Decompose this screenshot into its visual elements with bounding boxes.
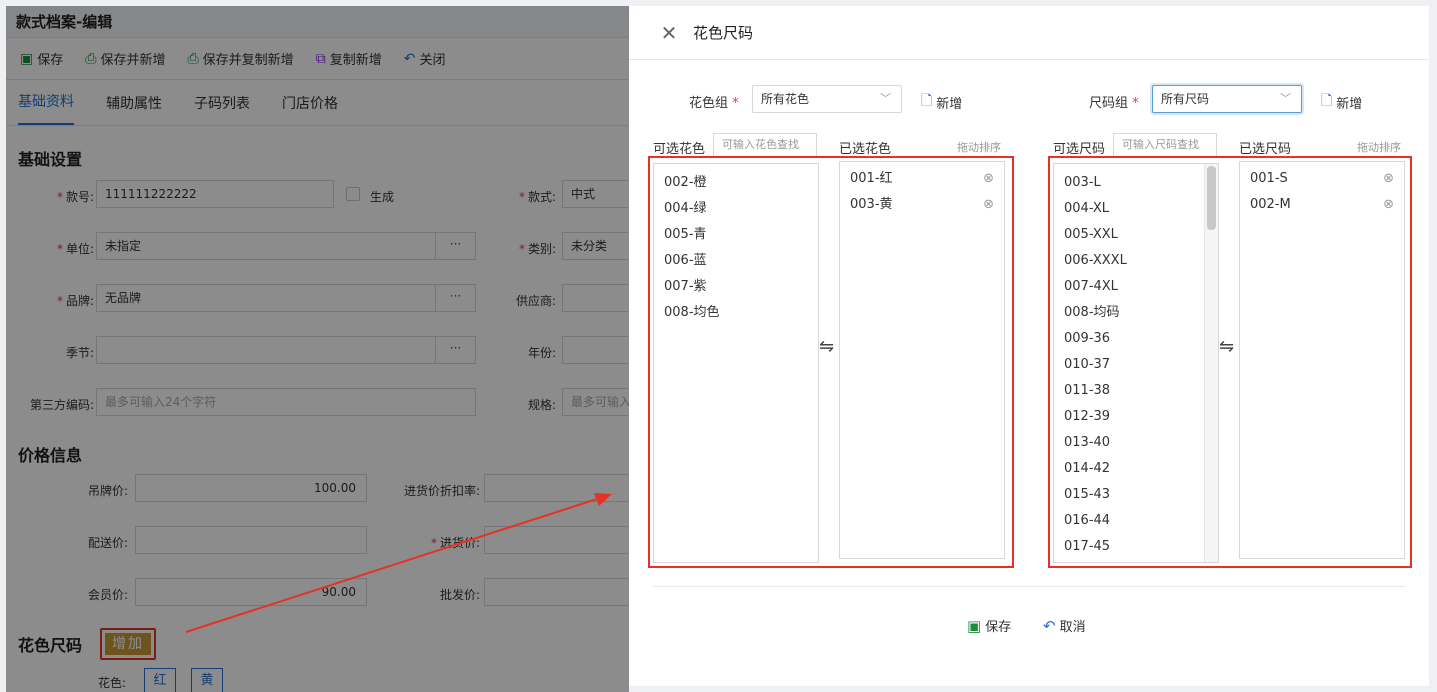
new-size-button[interactable]: 🗋 新增 xyxy=(1321,90,1362,114)
swap-colors-icon[interactable]: ⇋ xyxy=(819,336,834,357)
close-icon[interactable]: ✕ xyxy=(659,21,679,45)
dialog-save-button[interactable]: ▣ 保存 xyxy=(967,616,1011,636)
list-item[interactable]: 004-XL xyxy=(1054,196,1218,222)
save-icon: ▣ xyxy=(967,616,982,635)
selected-sizes-label: 已选尺码 xyxy=(1239,142,1292,157)
size-drag-hint: 拖动排序 xyxy=(1357,141,1401,154)
list-item[interactable]: 006-蓝 xyxy=(654,248,818,274)
list-item[interactable]: 003-L xyxy=(1054,170,1218,196)
available-sizes-list: 003-L 004-XL 005-XXL 006-XXXL 007-4XL 00… xyxy=(1053,163,1219,563)
list-item[interactable]: 017-45 xyxy=(1054,534,1218,560)
list-item[interactable]: 009-36 xyxy=(1054,326,1218,352)
swap-sizes-icon[interactable]: ⇋ xyxy=(1219,336,1234,357)
dialog-header: ✕ 花色尺码 xyxy=(629,6,1429,60)
color-group-select[interactable]: 所有花色 ﹀ xyxy=(752,85,902,113)
list-item[interactable]: 001-红 ⊗ xyxy=(840,166,1004,192)
color-group-label: 花色组 * xyxy=(689,96,739,111)
list-item[interactable]: 004-绿 xyxy=(654,196,818,222)
dialog-cancel-button[interactable]: ↶ 取消 xyxy=(1043,616,1086,636)
size-search-input[interactable]: 可输入尺码查找 xyxy=(1113,133,1217,157)
list-item[interactable]: 013-40 xyxy=(1054,430,1218,456)
chevron-down-icon: ﹀ xyxy=(880,92,891,105)
available-sizes-label: 可选尺码 xyxy=(1053,142,1106,157)
list-item[interactable]: 007-紫 xyxy=(654,274,818,300)
list-item[interactable]: 001-S ⊗ xyxy=(1240,166,1404,192)
new-file-icon: 🗋 xyxy=(1321,93,1333,109)
list-item[interactable]: 002-M ⊗ xyxy=(1240,192,1404,218)
list-item[interactable]: 005-青 xyxy=(654,222,818,248)
available-colors-label: 可选花色 xyxy=(653,142,706,157)
remove-icon[interactable]: ⊗ xyxy=(1383,192,1394,218)
list-item[interactable]: 007-4XL xyxy=(1054,274,1218,300)
list-item[interactable]: 010-37 xyxy=(1054,352,1218,378)
size-group-label: 尺码组 * xyxy=(1089,96,1139,111)
color-size-dialog: ✕ 花色尺码 花色组 * 所有花色 ﹀ 🗋 新增 尺码组 * 所有尺码 ﹀ 🗋 新增 可… xyxy=(629,6,1429,686)
new-file-icon: 🗋 xyxy=(921,93,933,109)
chevron-down-icon: ﹀ xyxy=(1280,92,1291,105)
list-item[interactable]: 016-44 xyxy=(1054,508,1218,534)
list-item[interactable]: 008-均色 xyxy=(654,300,818,326)
selected-colors-list: 001-红 ⊗ 003-黄 ⊗ xyxy=(839,161,1005,559)
scroll-thumb[interactable] xyxy=(1207,166,1216,230)
new-color-button[interactable]: 🗋 新增 xyxy=(921,90,962,114)
sizes-scrollbar[interactable] xyxy=(1204,164,1218,562)
list-item[interactable]: 011-38 xyxy=(1054,378,1218,404)
list-item[interactable]: 006-XXXL xyxy=(1054,248,1218,274)
list-item[interactable]: 015-43 xyxy=(1054,482,1218,508)
color-search-input[interactable]: 可输入花色查找 xyxy=(713,133,817,157)
remove-icon[interactable]: ⊗ xyxy=(983,166,994,192)
list-item[interactable]: 005-XXL xyxy=(1054,222,1218,248)
selected-sizes-list: 001-S ⊗ 002-M ⊗ xyxy=(1239,161,1405,559)
list-item[interactable]: 008-均码 xyxy=(1054,300,1218,326)
modal-overlay[interactable] xyxy=(6,6,629,692)
list-item[interactable]: 003-黄 ⊗ xyxy=(840,192,1004,218)
available-colors-list: 002-橙 004-绿 005-青 006-蓝 007-紫 008-均色 xyxy=(653,163,819,563)
size-group-select[interactable]: 所有尺码 ﹀ xyxy=(1152,85,1302,113)
list-item[interactable]: 012-39 xyxy=(1054,404,1218,430)
style-editor-page: 款式档案-编辑 ▣ 保存 ⎙ 保存并新增 ⎙ 保存并复制新增 ⧉ 复制新增 ↶ 关闭 基础… xyxy=(6,6,629,692)
undo-icon: ↶ xyxy=(1043,616,1056,635)
remove-icon[interactable]: ⊗ xyxy=(983,192,994,218)
dialog-divider xyxy=(653,586,1405,587)
dialog-title: 花色尺码 xyxy=(693,24,754,42)
color-drag-hint: 拖动排序 xyxy=(957,141,1001,154)
selected-colors-label: 已选花色 xyxy=(839,142,892,157)
list-item[interactable]: 014-42 xyxy=(1054,456,1218,482)
list-item[interactable]: 002-橙 xyxy=(654,170,818,196)
remove-icon[interactable]: ⊗ xyxy=(1383,166,1394,192)
